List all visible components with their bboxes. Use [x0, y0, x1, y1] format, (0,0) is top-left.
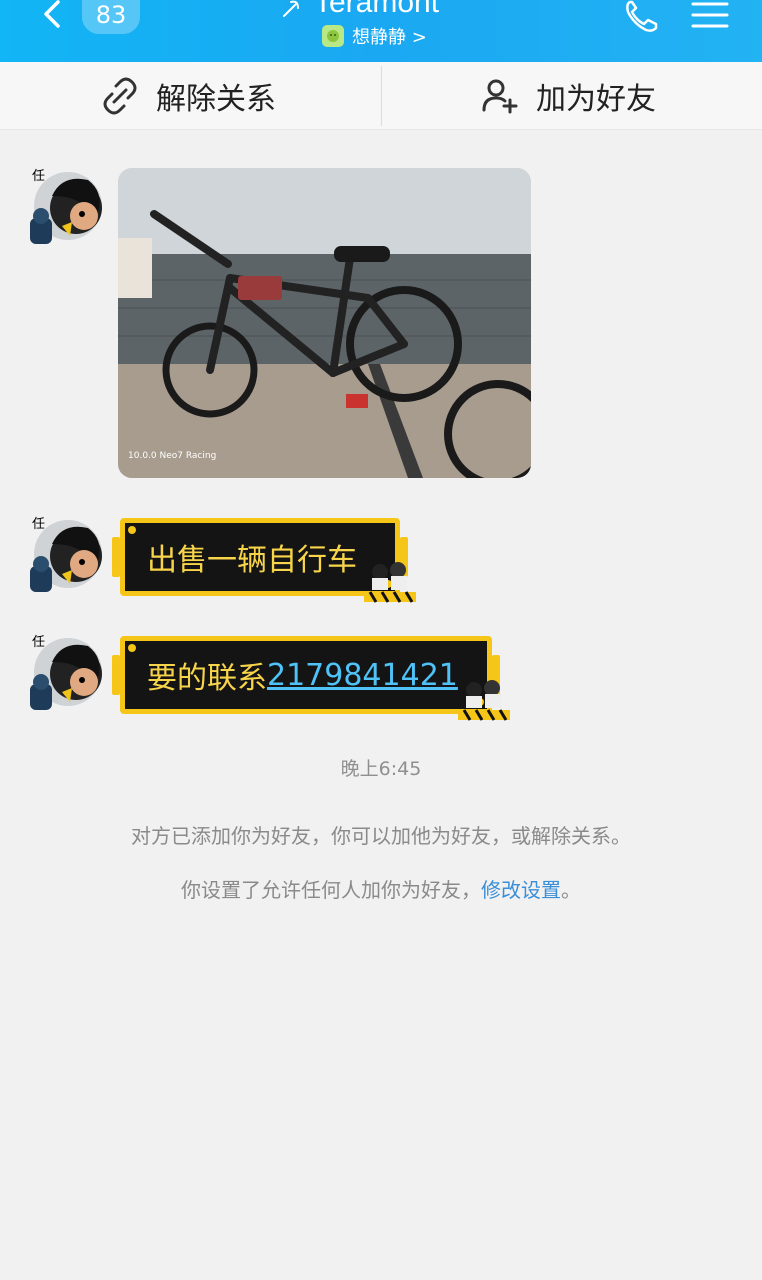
- add-friend-label: 加为好友: [536, 82, 656, 117]
- group-icon: [322, 25, 344, 47]
- relationship-action-bar: 解除关系 加为好友: [0, 62, 762, 130]
- sender-avatar[interactable]: 任: [22, 166, 104, 248]
- bubble-decoration-icon: [364, 562, 416, 603]
- unlink-label: 解除关系: [156, 82, 276, 117]
- phone-icon: [626, 0, 658, 32]
- svg-text:任: 任: [32, 169, 45, 184]
- settings-notice-suffix: 。: [561, 878, 581, 902]
- message-timestamp: 晚上6:45: [340, 758, 422, 780]
- unlink-button[interactable]: 解除关系: [100, 62, 276, 130]
- settings-notice-text: 你设置了允许任何人加你为好友，: [181, 878, 481, 902]
- link-icon: [283, 0, 299, 17]
- top-bar: 83 Teramont 想静静 >: [0, 0, 762, 62]
- modify-settings-link[interactable]: 修改设置: [481, 878, 561, 902]
- action-divider: [381, 66, 382, 126]
- unread-count-badge[interactable]: 83: [82, 0, 140, 34]
- text-message-bubble[interactable]: 要的联系 2179841421: [112, 636, 500, 714]
- subtitle-text: 想静静 >: [352, 27, 427, 48]
- phone-number-link[interactable]: 2179841421: [267, 658, 458, 693]
- image-message[interactable]: 10.0.0 Neo7 Racing: [118, 168, 531, 478]
- message-text: 出售一辆自行车: [147, 543, 357, 578]
- back-button[interactable]: [34, 0, 74, 34]
- call-button[interactable]: [622, 0, 662, 36]
- message-text: 要的联系: [147, 661, 267, 696]
- menu-icon: [691, 2, 729, 28]
- add-friend-button[interactable]: 加为好友: [480, 62, 656, 130]
- bicycle-photo: 10.0.0 Neo7 Racing: [118, 168, 531, 478]
- svg-text:任: 任: [32, 635, 45, 650]
- chat-subtitle[interactable]: 想静静 >: [322, 22, 427, 50]
- menu-button[interactable]: [690, 0, 730, 36]
- chat-title-text: Teramont: [314, 0, 440, 19]
- chat-title[interactable]: Teramont: [270, 0, 510, 22]
- broken-link-icon: [103, 77, 137, 115]
- add-user-icon: [482, 79, 518, 114]
- system-notice-settings: 你设置了允许任何人加你为好友，修改设置。: [0, 874, 762, 903]
- text-message-bubble[interactable]: 出售一辆自行车: [112, 518, 408, 596]
- sender-avatar[interactable]: 任: [22, 632, 104, 714]
- bubble-decoration-icon: [458, 680, 510, 721]
- photo-watermark: 10.0.0 Neo7 Racing: [128, 451, 216, 461]
- sender-avatar[interactable]: 任: [22, 514, 104, 596]
- system-notice-friend-added: 对方已添加你为好友，你可以加他为好友，或解除关系。: [131, 824, 631, 848]
- svg-text:任: 任: [32, 517, 45, 532]
- chevron-left-icon: [44, 0, 60, 28]
